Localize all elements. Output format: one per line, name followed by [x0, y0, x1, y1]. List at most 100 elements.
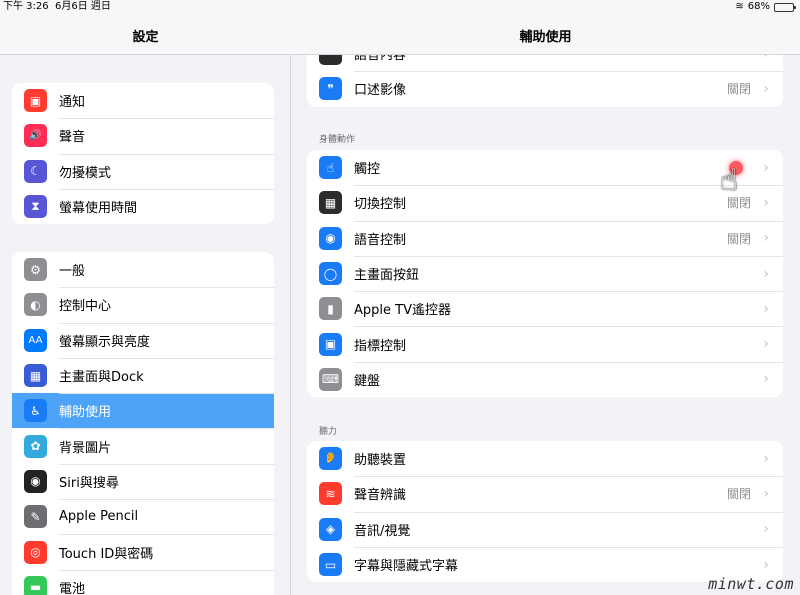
pointing-hand-icon: ☝	[720, 163, 739, 198]
watermark: minwt.com	[708, 575, 794, 593]
sidebar-item-siri[interactable]: ◉ Siri與搜尋	[12, 463, 274, 499]
hourglass-icon: ⧗	[24, 195, 47, 219]
setting-keyboard[interactable]: ⌨ 鍵盤 ›	[307, 361, 783, 397]
row-label: 電池	[59, 581, 86, 595]
row-value: 關閉	[726, 82, 751, 97]
captions-icon: ▭	[319, 553, 342, 577]
row-label: 聲音辨識	[354, 488, 407, 504]
row-value: 關閉	[726, 231, 751, 246]
row-label: 背景圖片	[59, 440, 112, 456]
row-label: Apple Pencil	[59, 509, 139, 525]
pencil-icon: ✎	[24, 505, 47, 529]
setting-home-button[interactable]: ◯ 主畫面按鈕 ›	[307, 255, 783, 291]
siri-icon: ◉	[24, 469, 47, 493]
voice-control-icon: ◉	[319, 226, 342, 250]
row-label: 聲音	[59, 130, 86, 146]
row-label: 字幕與隱藏式字幕	[354, 559, 459, 575]
chevron-right-icon: ›	[763, 159, 769, 176]
row-label: 音訊/視覺	[354, 523, 411, 539]
accessibility-icon: ♿	[24, 399, 47, 423]
notification-icon: ▣	[24, 89, 47, 113]
chevron-right-icon: ›	[763, 194, 769, 211]
status-bar: 下午 3:26 6月6日 週日 ≋ 68%	[0, 0, 800, 14]
chat-quote-icon: ❞	[319, 77, 342, 101]
status-right: ≋ 68%	[735, 0, 796, 14]
hand-touch-icon: ☝	[319, 156, 342, 180]
home-grid-icon: ▦	[24, 364, 47, 388]
setting-remote[interactable]: ▮ Apple TV遙控器 ›	[307, 291, 783, 326]
wifi-icon: ≋	[735, 1, 744, 12]
sidebar-item-flower[interactable]: ✿ 背景圖片	[12, 428, 274, 463]
sidebar-group-1: ▣ 通知 🔊 聲音 ☾ 勿擾模式 ⧗ 螢幕使用時間	[12, 83, 274, 225]
chevron-right-icon: ›	[763, 230, 769, 247]
sidebar-item-hourglass[interactable]: ⧗ 螢幕使用時間	[12, 188, 274, 224]
row-label: 鍵盤	[354, 373, 381, 389]
setting-pointer[interactable]: ▣ 指標控制 ›	[307, 326, 783, 361]
gear-icon: ⚙	[24, 258, 47, 282]
setting-voice-control[interactable]: ◉ 語音控制 關閉 ›	[307, 220, 783, 256]
sidebar-item-speaker[interactable]: 🔊 聲音	[12, 118, 274, 153]
row-label: Apple TV遙控器	[354, 303, 451, 319]
sidebar-item-gear[interactable]: ⚙ 一般	[12, 252, 274, 287]
keyboard-icon: ⌨	[319, 367, 342, 391]
setting-waveform[interactable]: ≋ 聲音辨識 關閉 ›	[307, 476, 783, 511]
sidebar-item-pencil[interactable]: ✎ Apple Pencil	[12, 499, 274, 534]
row-label: 控制中心	[59, 299, 112, 315]
battery-icon	[774, 2, 796, 12]
row-label: 通知	[59, 95, 86, 111]
pointer-icon: ▣	[319, 332, 342, 356]
chevron-right-icon: ›	[763, 371, 769, 388]
row-label: 輔助使用	[59, 405, 112, 421]
sidebar-group-2: ⚙ 一般 ◐ 控制中心 AA 螢幕顯示與亮度 ▦ 主畫面與Dock ♿ 輔助使用 ✿ 背景圖片 ◉ Sir…	[12, 252, 274, 595]
sidebar-item-moon[interactable]: ☾ 勿擾模式	[12, 153, 274, 189]
row-label: 觸控	[354, 162, 381, 178]
sidebar-item-toggles[interactable]: ◐ 控制中心	[12, 287, 274, 322]
setting-ear[interactable]: 👂 助聽裝置 ›	[307, 441, 783, 476]
section-hearing-label: 聽力	[319, 427, 338, 437]
hearing-group: 👂 助聽裝置 › ≋ 聲音辨識 關閉 › ◈ 音訊/視覺 › ▭ 字幕與隱藏式字幕 ›	[307, 441, 783, 583]
row-label: Touch ID與密碼	[59, 546, 154, 562]
chevron-right-icon: ›	[763, 300, 769, 317]
chevron-right-icon: ›	[763, 336, 769, 353]
setting-chat-quote[interactable]: ❞ 口述影像 關閉 ›	[307, 71, 783, 106]
row-label: 主畫面與Dock	[59, 370, 144, 386]
speaker-icon: 🔊	[24, 124, 47, 148]
row-label: 螢幕顯示與亮度	[59, 334, 151, 350]
home-button-icon: ◯	[319, 262, 342, 286]
toggles-icon: ◐	[24, 293, 47, 317]
flower-icon: ✿	[24, 434, 47, 458]
battery-percent: 68%	[747, 1, 770, 12]
text-size-icon: AA	[24, 328, 47, 352]
row-label: Siri與搜尋	[59, 475, 119, 491]
row-label: 助聽裝置	[354, 453, 407, 469]
chevron-right-icon: ›	[763, 485, 769, 502]
sidebar-item-home-grid[interactable]: ▦ 主畫面與Dock	[12, 357, 274, 393]
row-label: 語音控制	[354, 232, 407, 248]
chevron-right-icon: ›	[763, 265, 769, 282]
sidebar-item-fingerprint[interactable]: ◎ Touch ID與密碼	[12, 534, 274, 569]
sidebar-item-text-size[interactable]: AA 螢幕顯示與亮度	[12, 322, 274, 358]
touch-cursor: ☝	[712, 158, 752, 202]
row-label: 勿擾模式	[59, 165, 112, 181]
status-time: 下午 3:26 6月6日 週日	[3, 1, 111, 12]
sidebar-item-battery[interactable]: ▬ 電池	[12, 569, 274, 595]
ear-icon: 👂	[319, 447, 342, 471]
battery-icon: ▬	[24, 575, 47, 595]
sidebar-item-accessibility[interactable]: ♿ 輔助使用	[12, 393, 274, 429]
chevron-right-icon: ›	[763, 450, 769, 467]
moon-icon: ☾	[24, 159, 47, 183]
waveform-icon: ≋	[319, 482, 342, 506]
sidebar-item-notification[interactable]: ▣ 通知	[12, 83, 274, 118]
setting-audio-visual[interactable]: ◈ 音訊/視覺 ›	[307, 511, 783, 547]
row-label: 切換控制	[354, 197, 407, 213]
row-value: 關閉	[726, 487, 751, 502]
section-physical-label: 身體動作	[319, 135, 356, 145]
sidebar-title: 設定	[132, 30, 159, 45]
chevron-right-icon: ›	[763, 556, 769, 573]
fingerprint-icon: ◎	[24, 540, 47, 564]
chevron-right-icon: ›	[763, 80, 769, 97]
row-label: 指標控制	[354, 338, 407, 354]
accessibility-panel: 輔助使用 ❝語音內容›❞口述影像關閉› 身體動作 ☝觸控›▦切換控制關閉›◉語音…	[291, 0, 800, 595]
chevron-right-icon: ›	[763, 521, 769, 538]
settings-sidebar: 設定 ▣ 通知 🔊 聲音 ☾ 勿擾模式 ⧗ 螢幕使用時間 ⚙ 一般 ◐ 控制中心 AA 螢幕顯示與亮度 ▦…	[0, 0, 291, 595]
